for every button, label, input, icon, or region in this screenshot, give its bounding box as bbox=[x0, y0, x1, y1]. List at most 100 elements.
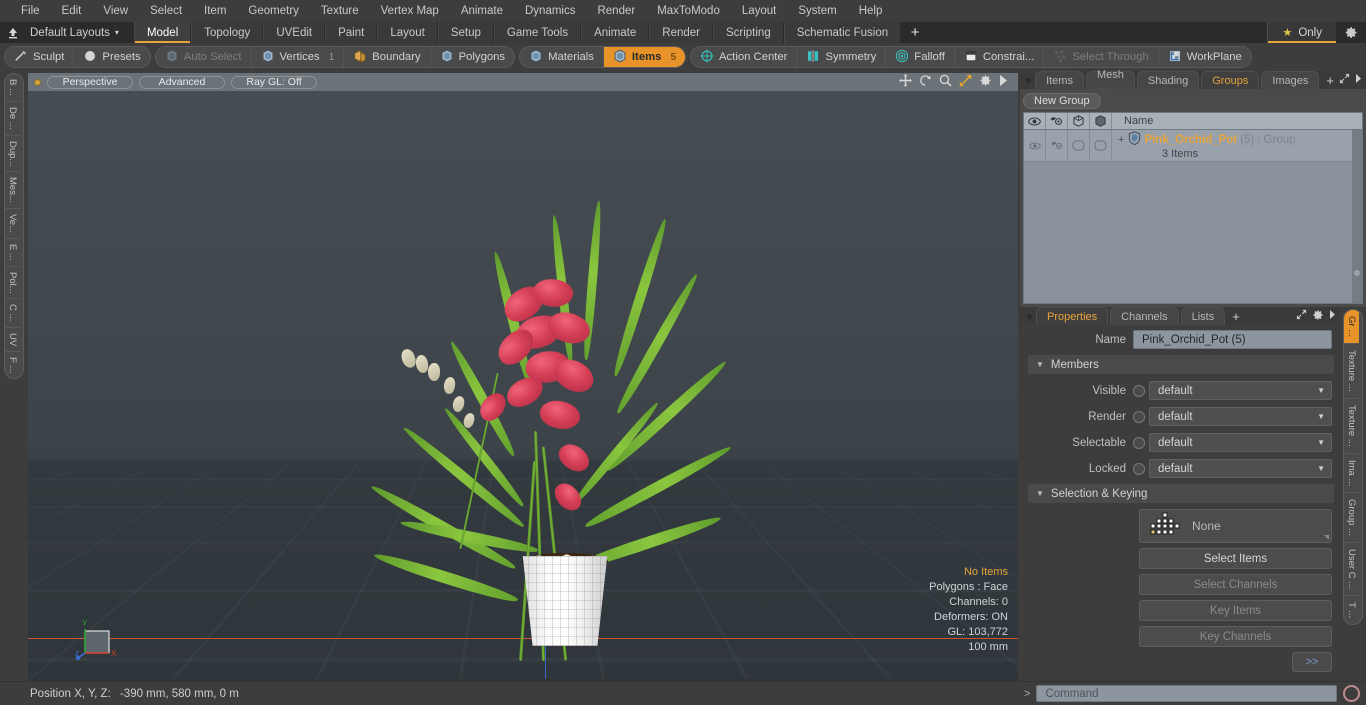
row-shade-toggle[interactable] bbox=[1090, 130, 1112, 161]
magnify-icon[interactable] bbox=[939, 74, 952, 90]
row-eye-icon[interactable] bbox=[1024, 130, 1046, 161]
gear-icon[interactable] bbox=[1312, 309, 1324, 324]
panel-tab-images[interactable]: Images bbox=[1261, 71, 1320, 89]
selection-mode-widget[interactable]: None bbox=[1139, 509, 1332, 543]
mode-tab-uvedit[interactable]: UVEdit bbox=[263, 22, 326, 43]
eye-icon[interactable] bbox=[1024, 113, 1046, 129]
tool-button-polygons[interactable]: Polygons bbox=[431, 47, 514, 67]
member-toggle-circle[interactable] bbox=[1133, 410, 1145, 423]
mode-tab-model[interactable]: Model bbox=[133, 22, 192, 43]
member-dropdown-visible[interactable]: default ▼ bbox=[1149, 381, 1332, 400]
resize-icon[interactable] bbox=[959, 74, 972, 90]
properties-tab-channels[interactable]: Channels bbox=[1110, 307, 1179, 325]
move-icon[interactable] bbox=[899, 74, 912, 90]
tool-button-constrai-[interactable]: Constrai... bbox=[955, 47, 1045, 67]
mode-tab-paint[interactable]: Paint bbox=[325, 22, 378, 43]
member-dropdown-locked[interactable]: default ▼ bbox=[1149, 459, 1332, 478]
row-render-icon[interactable] bbox=[1046, 130, 1068, 161]
tool-button-sculpt[interactable]: Sculpt bbox=[5, 47, 75, 67]
right-tab-2[interactable]: Texture ... bbox=[1344, 399, 1359, 454]
left-tab-6[interactable]: Pol... bbox=[5, 267, 20, 300]
member-toggle-circle[interactable] bbox=[1133, 436, 1145, 449]
play-arrow-icon[interactable] bbox=[999, 75, 1008, 89]
viewport-shading-dropdown[interactable]: Advanced bbox=[139, 75, 225, 89]
tool-button-select-through[interactable]: Select Through bbox=[1044, 47, 1159, 67]
record-circle-icon[interactable] bbox=[1343, 685, 1360, 702]
menu-item-vertex-map[interactable]: Vertex Map bbox=[370, 0, 450, 22]
mode-tab-topology[interactable]: Topology bbox=[191, 22, 264, 43]
right-tab-5[interactable]: User C ... bbox=[1344, 543, 1359, 597]
left-tab-5[interactable]: E ... bbox=[5, 239, 20, 267]
menu-item-render[interactable]: Render bbox=[586, 0, 646, 22]
menu-item-maxtomodo[interactable]: MaxToModo bbox=[646, 0, 731, 22]
mode-tab-game-tools[interactable]: Game Tools bbox=[493, 22, 582, 43]
menu-item-layout[interactable]: Layout bbox=[731, 0, 788, 22]
add-panel-tab-button[interactable]: + bbox=[1321, 71, 1339, 89]
add-mode-tab-button[interactable]: + bbox=[901, 22, 929, 43]
menu-item-file[interactable]: File bbox=[10, 0, 51, 22]
render-icon[interactable] bbox=[1046, 113, 1068, 129]
left-tab-3[interactable]: Mes... bbox=[5, 172, 20, 209]
menu-item-select[interactable]: Select bbox=[139, 0, 193, 22]
add-properties-tab-button[interactable]: + bbox=[1227, 307, 1245, 325]
tool-button-workplane[interactable]: WorkPlane bbox=[1159, 47, 1251, 67]
row-wire-toggle[interactable] bbox=[1068, 130, 1090, 161]
panel-tab-groups[interactable]: Groups bbox=[1201, 71, 1260, 89]
left-tab-8[interactable]: UV bbox=[5, 328, 20, 353]
panel-tab-mesh-[interactable]: Mesh ... bbox=[1085, 69, 1135, 93]
gear-icon[interactable] bbox=[979, 74, 992, 90]
3d-viewport[interactable]: No Items Polygons : Face Channels: 0 Def… bbox=[28, 91, 1018, 681]
menu-item-edit[interactable]: Edit bbox=[51, 0, 93, 22]
panel-tab-shading[interactable]: Shading bbox=[1136, 71, 1200, 89]
right-tab-0[interactable]: Gr ... bbox=[1344, 310, 1359, 345]
chevron-right-icon[interactable] bbox=[1329, 310, 1336, 322]
tool-button-auto-select[interactable]: Auto Select bbox=[156, 47, 252, 67]
left-tab-0[interactable]: B ... bbox=[5, 74, 20, 102]
tool-button-items[interactable]: Items 5 bbox=[603, 47, 685, 67]
right-tab-6[interactable]: T ... bbox=[1344, 596, 1359, 624]
panel-menu-dot-icon[interactable] bbox=[1022, 71, 1035, 89]
expand-diagonal-icon[interactable] bbox=[1339, 73, 1350, 87]
tool-button-boundary[interactable]: Boundary bbox=[344, 47, 431, 67]
expand-more-button[interactable]: >> bbox=[1292, 652, 1332, 672]
tool-button-falloff[interactable]: Falloff bbox=[886, 47, 955, 67]
tool-button-materials[interactable]: Materials bbox=[520, 47, 604, 67]
menu-item-help[interactable]: Help bbox=[848, 0, 894, 22]
wire-cube-icon[interactable] bbox=[1068, 113, 1090, 129]
member-toggle-circle[interactable] bbox=[1133, 462, 1145, 475]
chevron-right-icon[interactable] bbox=[1355, 74, 1362, 86]
member-dropdown-selectable[interactable]: default ▼ bbox=[1149, 433, 1332, 452]
menu-item-system[interactable]: System bbox=[787, 0, 847, 22]
shaded-cube-icon[interactable] bbox=[1090, 113, 1112, 129]
rotate-icon[interactable] bbox=[919, 74, 932, 90]
tool-button-presets[interactable]: Presets bbox=[74, 47, 149, 67]
groups-tree-scrollbar[interactable] bbox=[1352, 130, 1362, 303]
mode-tab-render[interactable]: Render bbox=[649, 22, 713, 43]
tool-button-symmetry[interactable]: Symmetry bbox=[797, 47, 887, 67]
expand-diagonal-icon[interactable] bbox=[1296, 309, 1307, 323]
left-tab-4[interactable]: Ve... bbox=[5, 209, 20, 239]
properties-tab-lists[interactable]: Lists bbox=[1180, 307, 1226, 325]
expand-row-button[interactable]: + bbox=[1118, 134, 1124, 146]
command-input[interactable]: Command bbox=[1036, 685, 1337, 702]
properties-tab-properties[interactable]: Properties bbox=[1036, 307, 1109, 325]
button-select-items[interactable]: Select Items bbox=[1139, 548, 1332, 569]
members-section-header[interactable]: ▼ Members bbox=[1028, 355, 1334, 374]
properties-menu-dot-icon[interactable] bbox=[1022, 307, 1036, 325]
left-tab-2[interactable]: Dup... bbox=[5, 136, 20, 172]
only-toggle-button[interactable]: ★ Only bbox=[1267, 22, 1336, 43]
home-up-arrow-icon[interactable] bbox=[0, 22, 26, 43]
tool-button-vertices[interactable]: Vertices 1 bbox=[252, 47, 345, 67]
viewport-menu-dot-icon[interactable] bbox=[34, 78, 41, 86]
menu-item-geometry[interactable]: Geometry bbox=[237, 0, 310, 22]
menu-item-texture[interactable]: Texture bbox=[310, 0, 370, 22]
groups-tree[interactable]: Name + Pink_Orchid_Pot (5): Group 3 Ite… bbox=[1023, 112, 1363, 304]
menu-item-item[interactable]: Item bbox=[193, 0, 237, 22]
right-tab-3[interactable]: Ima ... bbox=[1344, 454, 1359, 493]
left-tab-7[interactable]: C ... bbox=[5, 299, 20, 328]
name-field[interactable]: Pink_Orchid_Pot (5) bbox=[1133, 330, 1332, 349]
menu-item-dynamics[interactable]: Dynamics bbox=[514, 0, 586, 22]
new-group-button[interactable]: New Group bbox=[1023, 93, 1101, 109]
left-tab-9[interactable]: F ... bbox=[5, 352, 20, 378]
mode-tab-setup[interactable]: Setup bbox=[437, 22, 494, 43]
